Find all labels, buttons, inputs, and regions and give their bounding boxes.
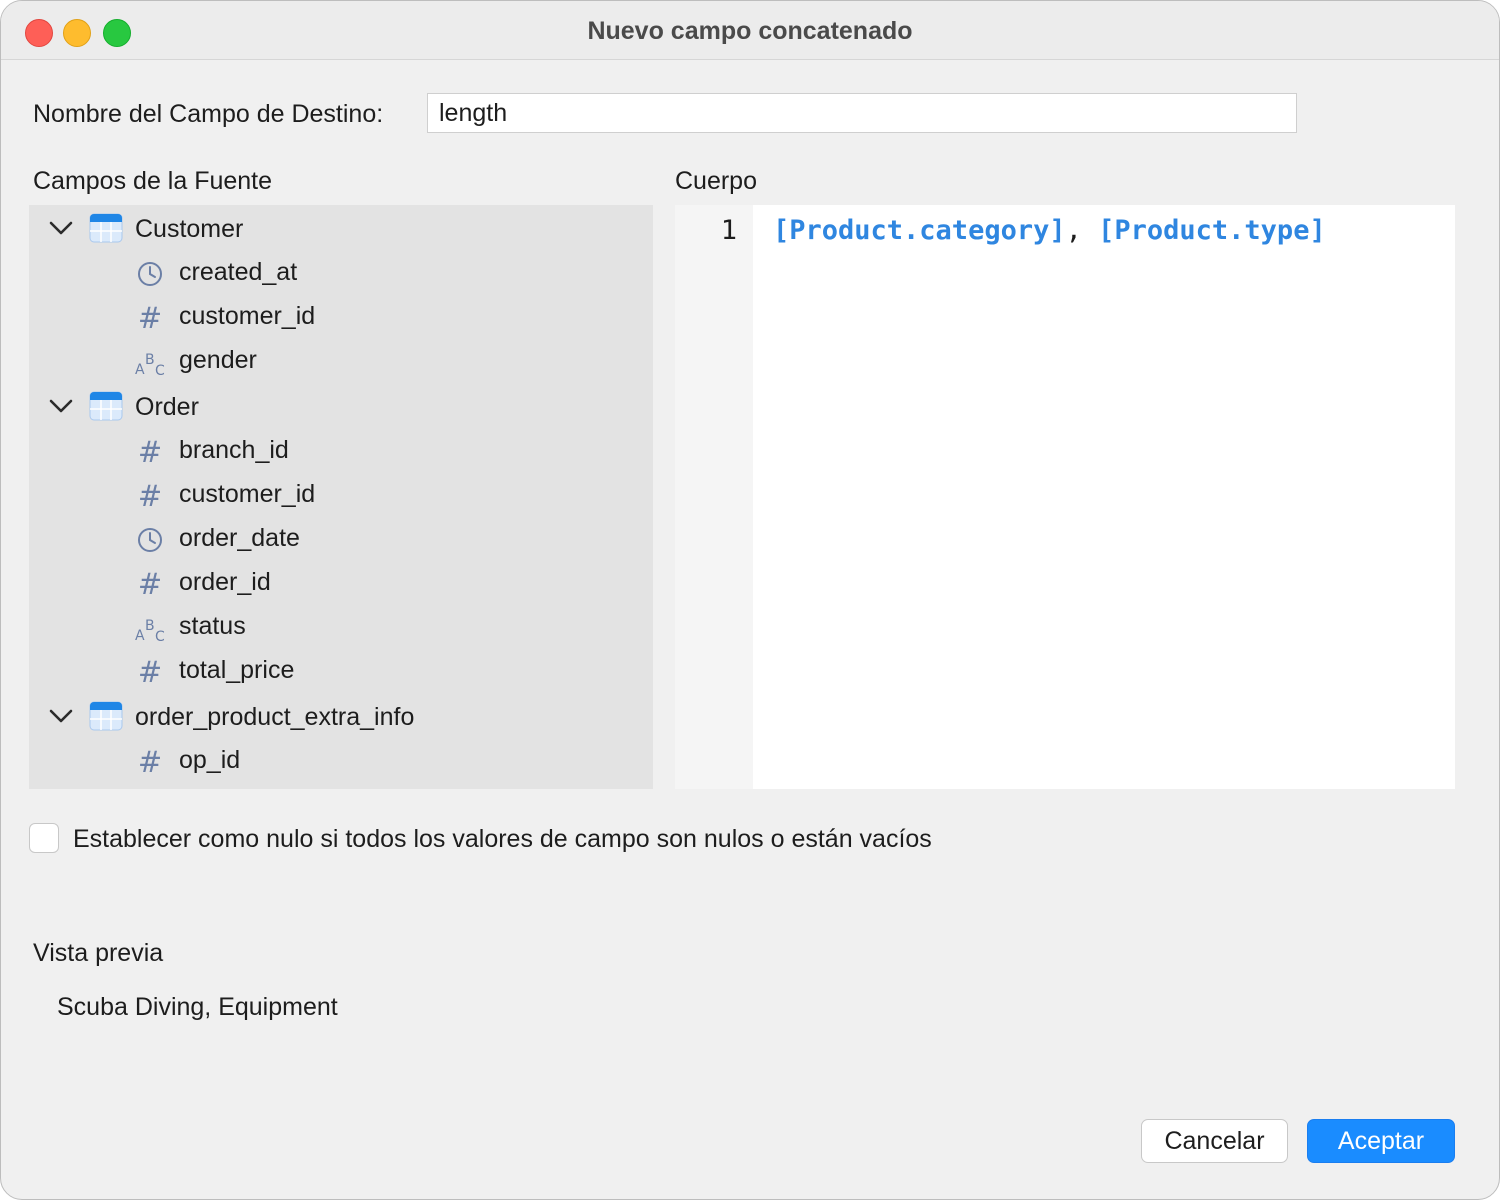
- line-number: 1: [720, 215, 737, 246]
- tree-table-row[interactable]: Customer: [29, 209, 653, 249]
- target-field-label: Nombre del Campo de Destino:: [33, 100, 384, 128]
- number-type-icon: #: [137, 435, 163, 469]
- text-type-icon: ABC: [135, 347, 165, 379]
- table-icon: [89, 213, 123, 243]
- source-fields-tree[interactable]: Customer created_at # customer_id A B Cgender O…: [29, 205, 653, 789]
- title-bar: Nuevo campo concatenado: [1, 1, 1499, 60]
- field-token[interactable]: [Product.category]: [773, 215, 1066, 246]
- tree-field-row[interactable]: # customer_id: [29, 297, 653, 337]
- table-name: Order: [135, 393, 199, 421]
- code-line[interactable]: [Product.category], [Product.type]: [773, 215, 1326, 246]
- null-if-empty-checkbox[interactable]: [29, 823, 59, 853]
- table-name: order_product_extra_info: [135, 703, 415, 731]
- field-name: total_price: [179, 656, 295, 684]
- table-icon: [89, 701, 123, 731]
- number-type-icon: #: [137, 567, 163, 601]
- field-name: branch_id: [179, 436, 289, 464]
- svg-text:A: A: [135, 362, 145, 377]
- clock-icon: [135, 525, 165, 555]
- body-label: Cuerpo: [675, 167, 757, 195]
- window-title: Nuevo campo concatenado: [587, 17, 913, 45]
- tree-field-row[interactable]: # branch_id: [29, 431, 653, 471]
- source-fields-label: Campos de la Fuente: [33, 167, 273, 195]
- field-name: customer_id: [179, 302, 316, 330]
- tree-field-row[interactable]: created_at: [29, 253, 653, 293]
- target-field-input[interactable]: [427, 93, 1297, 133]
- svg-text:C: C: [155, 363, 165, 377]
- dialog-window: Nuevo campo concatenado Nombre del Campo…: [0, 0, 1500, 1200]
- chevron-down-icon[interactable]: [47, 707, 75, 727]
- table-name: Customer: [135, 215, 244, 243]
- tree-table-row[interactable]: order_product_extra_info: [29, 697, 653, 737]
- number-type-icon: #: [137, 655, 163, 689]
- preview-label: Vista previa: [33, 939, 164, 967]
- tree-field-row[interactable]: # total_price: [29, 651, 653, 691]
- field-name: order_id: [179, 568, 271, 596]
- chevron-down-icon[interactable]: [47, 397, 75, 417]
- text-type-icon: ABC: [135, 613, 165, 645]
- tree-field-row[interactable]: # customer_id: [29, 475, 653, 515]
- body-editor[interactable]: 1 [Product.category], [Product.type]: [675, 205, 1455, 789]
- preview-value: Scuba Diving, Equipment: [57, 993, 338, 1021]
- field-name: op_id: [179, 746, 241, 774]
- accept-button[interactable]: Aceptar: [1307, 1119, 1455, 1163]
- number-type-icon: #: [137, 479, 163, 513]
- field-name: created_at: [179, 258, 298, 286]
- svg-text:B: B: [145, 352, 155, 368]
- editor-gutter: 1: [675, 205, 753, 789]
- cancel-button[interactable]: Cancelar: [1141, 1119, 1288, 1163]
- tree-field-row[interactable]: # op_id: [29, 741, 653, 781]
- number-type-icon: #: [137, 301, 163, 335]
- token-separator: ,: [1065, 215, 1099, 246]
- tree-field-row[interactable]: A B Cstatus: [29, 607, 653, 647]
- field-name: customer_id: [179, 480, 316, 508]
- svg-text:B: B: [145, 618, 155, 634]
- number-type-icon: #: [137, 745, 163, 779]
- field-name: order_date: [179, 524, 300, 552]
- tree-field-row[interactable]: # order_id: [29, 563, 653, 603]
- chevron-down-icon[interactable]: [47, 219, 75, 239]
- svg-text:A: A: [135, 628, 145, 643]
- svg-text:C: C: [155, 629, 165, 643]
- field-name: status: [179, 612, 246, 640]
- tree-field-row[interactable]: order_date: [29, 519, 653, 559]
- clock-icon: [135, 259, 165, 289]
- null-if-empty-label[interactable]: Establecer como nulo si todos los valore…: [73, 825, 932, 854]
- field-token[interactable]: [Product.type]: [1098, 215, 1326, 246]
- tree-field-row[interactable]: A B Cgender: [29, 341, 653, 381]
- tree-table-row[interactable]: Order: [29, 387, 653, 427]
- table-icon: [89, 391, 123, 421]
- field-name: gender: [179, 346, 257, 374]
